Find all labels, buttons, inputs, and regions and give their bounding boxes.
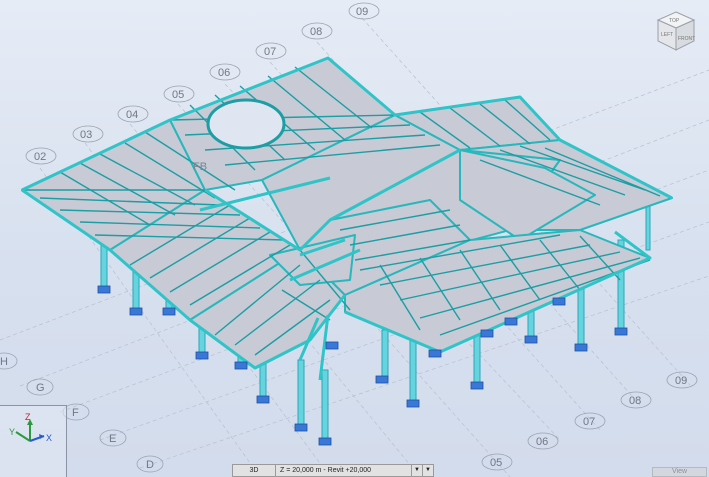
axis-triad-icon: Z Y X	[9, 412, 52, 443]
level-indicator: Z = 20,000 m - Revit +20,000	[280, 467, 372, 474]
axis-y-label: Y	[9, 427, 15, 437]
view-cube-icon[interactable]: TOP FRONT LEFT	[652, 8, 700, 56]
structural-model[interactable]: FB	[0, 0, 709, 477]
axis-indicator: Z Y X	[0, 405, 67, 477]
viewcube-top-label: TOP	[669, 18, 680, 24]
level-dropdown-arrow-icon[interactable]: ▼	[422, 465, 433, 476]
view-tab[interactable]: View	[652, 467, 707, 477]
level-down-arrow-icon[interactable]: ▼	[411, 465, 422, 476]
view-mode-button[interactable]: 3D	[233, 465, 276, 476]
viewcube-front-label: FRONT	[678, 36, 695, 42]
axis-z-label: Z	[25, 412, 31, 422]
roof-panels	[21, 57, 673, 369]
3d-viewport[interactable]: 09 08 07 06 05 04 03 02 H G F E D 09 08 …	[0, 0, 709, 477]
view-cube[interactable]: TOP FRONT LEFT	[652, 8, 700, 56]
roof-opening	[206, 98, 286, 150]
viewcube-left-label: LEFT	[661, 32, 673, 38]
roof-tag-label: FB	[193, 161, 207, 173]
axis-x-label: X	[46, 433, 52, 443]
view-status-bar: 3D Z = 20,000 m - Revit +20,000 ▼ ▼	[232, 464, 434, 477]
